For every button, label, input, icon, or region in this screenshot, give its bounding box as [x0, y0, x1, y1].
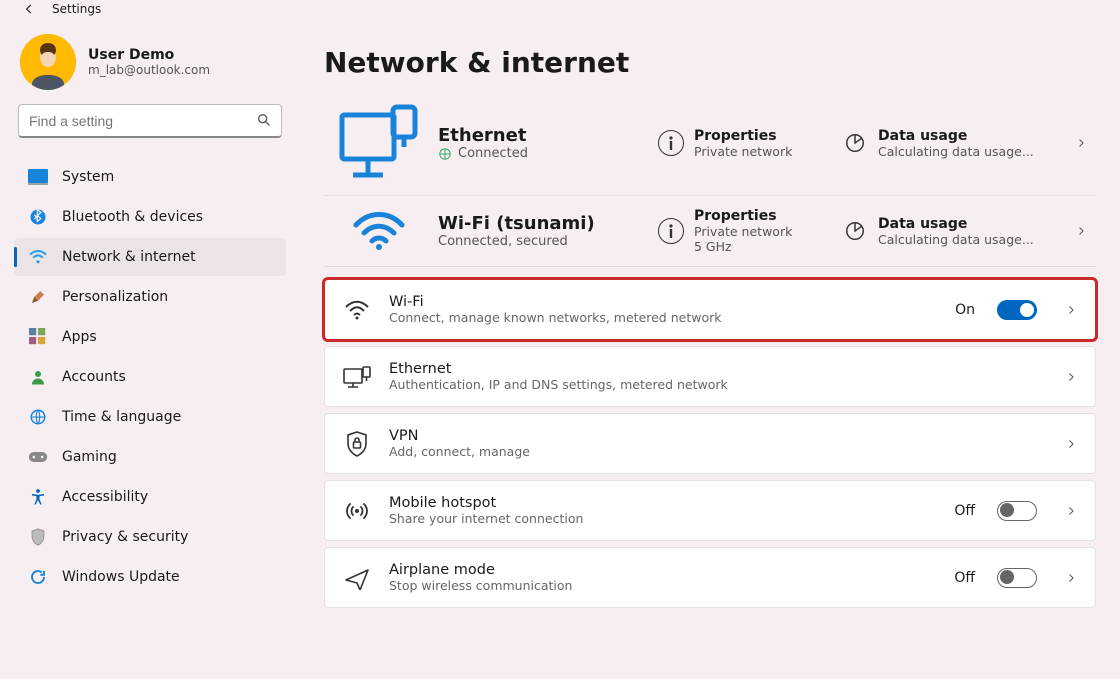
sidebar-item-network[interactable]: Network & internet [14, 238, 286, 276]
chevron-right-icon [1065, 438, 1077, 450]
airplane-toggle[interactable] [997, 568, 1037, 588]
toggle-state: On [955, 302, 975, 318]
properties-link[interactable]: Properties Private network [658, 128, 858, 159]
sidebar-item-label: Time & language [62, 409, 181, 425]
data-usage-link[interactable]: Data usage Calculating data usage... [842, 216, 1062, 247]
back-button[interactable] [20, 0, 38, 18]
hotspot-icon [343, 497, 371, 525]
wifi-icon [343, 296, 371, 324]
properties-link[interactable]: Properties Private network 5 GHz [658, 208, 858, 254]
data-usage-link[interactable]: Data usage Calculating data usage... [842, 128, 1062, 159]
sidebar-item-windows-update[interactable]: Windows Update [14, 558, 286, 596]
toggle-state: Off [954, 503, 975, 519]
card-title: Wi-Fi [389, 294, 937, 310]
hotspot-toggle[interactable] [997, 501, 1037, 521]
sidebar-item-label: Accessibility [62, 489, 148, 505]
apps-icon [28, 327, 48, 347]
globe-icon [438, 147, 452, 161]
user-account-block[interactable]: User Demo m_lab@outlook.com [14, 26, 286, 104]
card-title: Airplane mode [389, 562, 936, 578]
sidebar-item-accounts[interactable]: Accounts [14, 358, 286, 396]
page-title: Network & internet [324, 46, 1096, 79]
sidebar-item-label: Windows Update [62, 569, 180, 585]
sidebar-item-label: Bluetooth & devices [62, 209, 203, 225]
user-email: m_lab@outlook.com [88, 63, 210, 77]
sidebar-item-bluetooth[interactable]: Bluetooth & devices [14, 198, 286, 236]
connection-status: Connected [458, 146, 528, 161]
card-ethernet[interactable]: Ethernet Authentication, IP and DNS sett… [324, 346, 1096, 407]
sidebar-item-label: Gaming [62, 449, 117, 465]
card-title: Mobile hotspot [389, 495, 936, 511]
card-airplane-mode[interactable]: Airplane mode Stop wireless communicatio… [324, 547, 1096, 608]
sidebar-item-accessibility[interactable]: Accessibility [14, 478, 286, 516]
card-sub: Stop wireless communication [389, 578, 936, 593]
search-input[interactable] [18, 104, 282, 138]
card-vpn[interactable]: VPN Add, connect, manage [324, 413, 1096, 474]
sidebar-item-label: Apps [62, 329, 97, 345]
card-sub: Add, connect, manage [389, 444, 1047, 459]
chevron-right-icon[interactable] [1066, 225, 1096, 237]
pie-chart-icon [842, 130, 868, 156]
connection-status: Connected, secured [438, 234, 568, 249]
card-mobile-hotspot[interactable]: Mobile hotspot Share your internet conne… [324, 480, 1096, 541]
wifi-signal-icon [324, 211, 434, 251]
connection-ethernet: Ethernet Connected Properties Private ne… [324, 91, 1096, 195]
shield-lock-icon [343, 430, 371, 458]
ethernet-icon [343, 363, 371, 391]
sidebar-item-gaming[interactable]: Gaming [14, 438, 286, 476]
sidebar-item-label: Privacy & security [62, 529, 188, 545]
update-icon [28, 567, 48, 587]
sidebar-item-label: Network & internet [62, 249, 196, 265]
sidebar-item-apps[interactable]: Apps [14, 318, 286, 356]
user-name: User Demo [88, 47, 210, 63]
ethernet-monitor-icon [324, 103, 434, 183]
sidebar-item-label: Personalization [62, 289, 168, 305]
gamepad-icon [28, 447, 48, 467]
search-icon [256, 112, 272, 128]
connection-name: Wi-Fi (tsunami) [438, 213, 654, 234]
sidebar-item-time-language[interactable]: Time & language [14, 398, 286, 436]
accessibility-icon [28, 487, 48, 507]
info-icon [658, 218, 684, 244]
info-icon [658, 130, 684, 156]
chevron-right-icon[interactable] [1066, 137, 1096, 149]
pie-chart-icon [842, 218, 868, 244]
connection-wifi: Wi-Fi (tsunami) Connected, secured Prope… [324, 195, 1096, 266]
sidebar-item-system[interactable]: System [14, 158, 286, 196]
card-wifi[interactable]: Wi-Fi Connect, manage known networks, me… [324, 279, 1096, 340]
card-sub: Share your internet connection [389, 511, 936, 526]
sidebar-item-label: System [62, 169, 114, 185]
sidebar-item-privacy[interactable]: Privacy & security [14, 518, 286, 556]
chevron-right-icon [1065, 371, 1077, 383]
person-icon [28, 367, 48, 387]
paintbrush-icon [28, 287, 48, 307]
bluetooth-icon [28, 207, 48, 227]
connection-name: Ethernet [438, 125, 654, 146]
window-title: Settings [52, 2, 101, 16]
toggle-state: Off [954, 570, 975, 586]
sidebar-item-personalization[interactable]: Personalization [14, 278, 286, 316]
chevron-right-icon [1065, 572, 1077, 584]
shield-icon [28, 527, 48, 547]
chevron-right-icon [1065, 304, 1077, 316]
card-sub: Connect, manage known networks, metered … [389, 310, 937, 325]
wifi-toggle[interactable] [997, 300, 1037, 320]
card-title: Ethernet [389, 361, 1047, 377]
card-sub: Authentication, IP and DNS settings, met… [389, 377, 1047, 392]
system-icon [28, 167, 48, 187]
globe-clock-icon [28, 407, 48, 427]
airplane-icon [343, 564, 371, 592]
wifi-icon [28, 247, 48, 267]
avatar [20, 34, 76, 90]
sidebar-item-label: Accounts [62, 369, 126, 385]
chevron-right-icon [1065, 505, 1077, 517]
card-title: VPN [389, 428, 1047, 444]
